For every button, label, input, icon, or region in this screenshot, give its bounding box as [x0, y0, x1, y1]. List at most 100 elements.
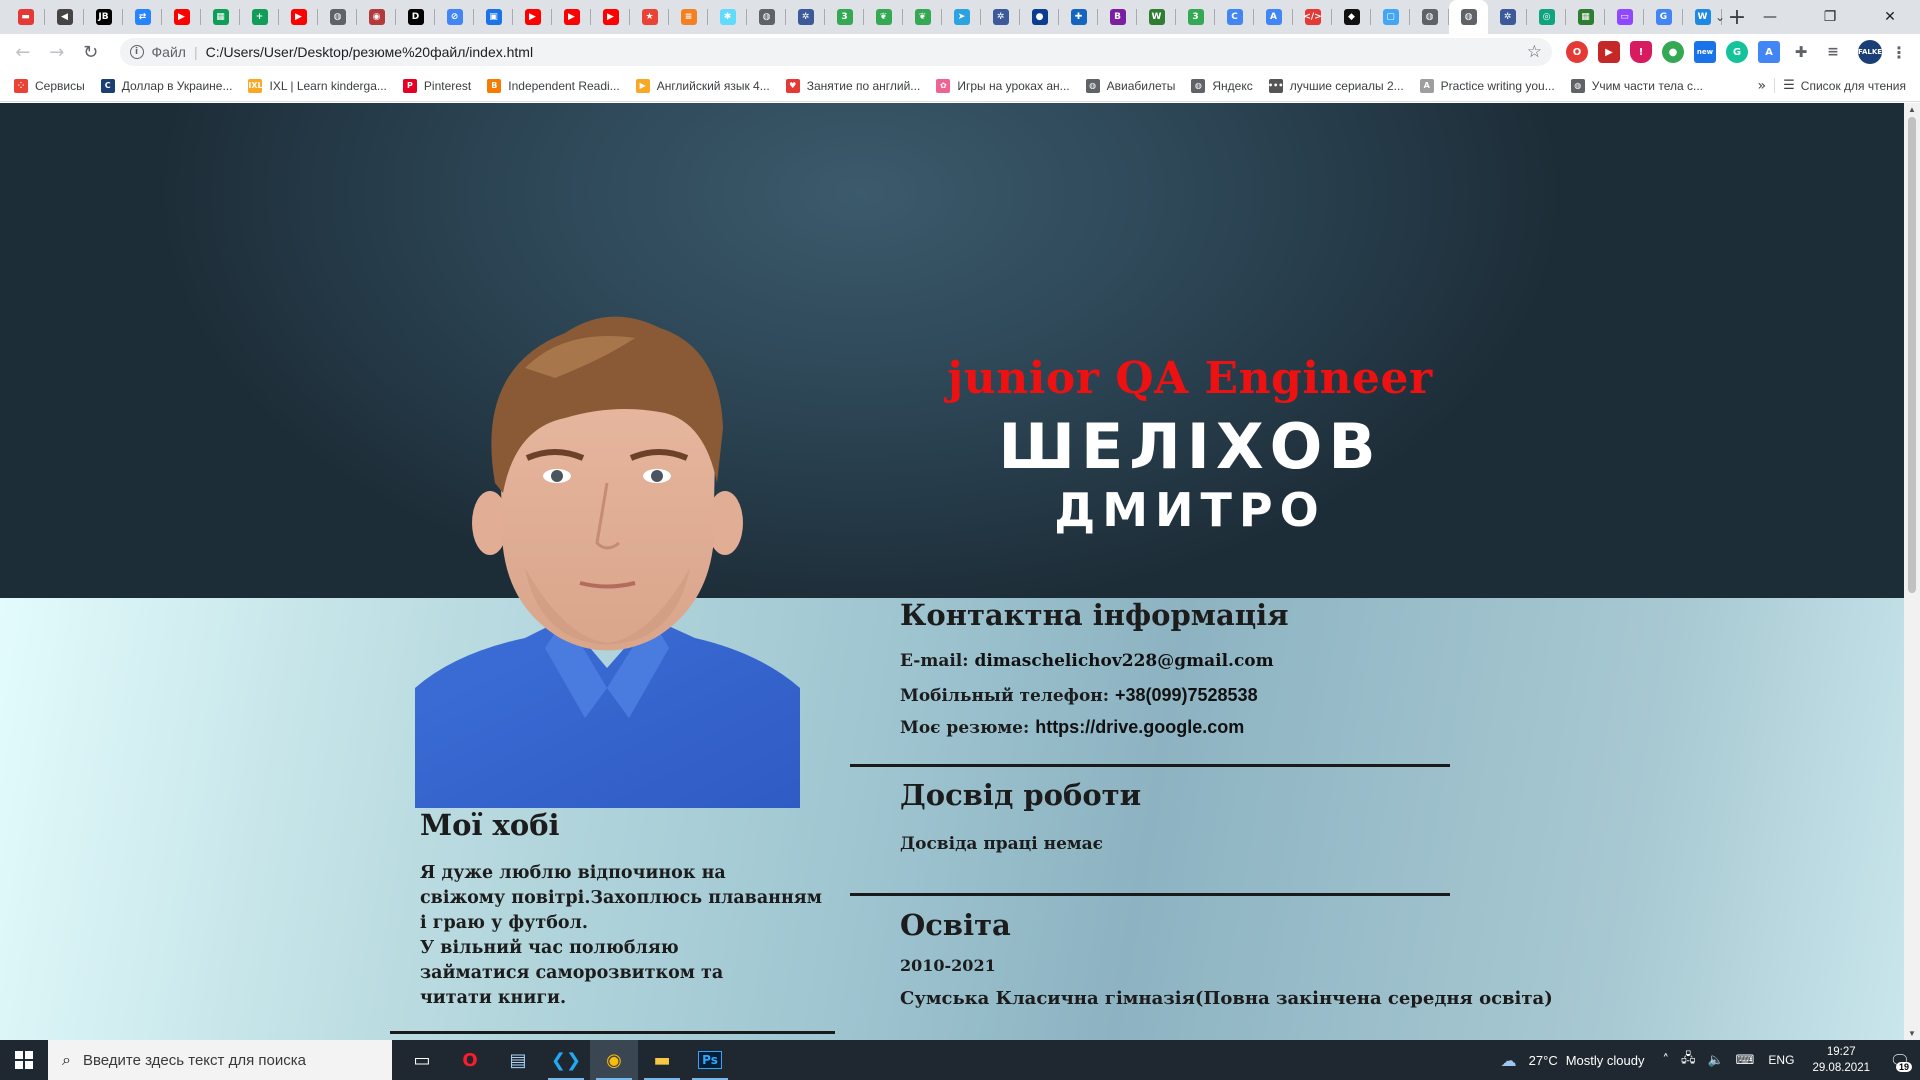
browser-tab[interactable]: ✲: [786, 0, 825, 34]
clock[interactable]: 19:27 29.08.2021: [1802, 1044, 1880, 1076]
browser-tab[interactable]: ≡: [669, 0, 708, 34]
taskbar-app[interactable]: ▤: [494, 1040, 542, 1080]
browser-tab[interactable]: ⊘: [435, 0, 474, 34]
browser-tab[interactable]: ✲: [981, 0, 1020, 34]
taskbar-app[interactable]: ◉: [590, 1040, 638, 1080]
close-window-button[interactable]: ✕: [1860, 0, 1920, 34]
browser-tab[interactable]: ◍: [318, 0, 357, 34]
notifications-button[interactable]: 🗨 19: [1880, 1040, 1920, 1080]
menu-kebab-icon[interactable]: ⋮: [1888, 41, 1910, 63]
browser-tab[interactable]: W: [1137, 0, 1176, 34]
forward-button[interactable]: →: [42, 37, 72, 67]
browser-tab[interactable]: ▣: [474, 0, 513, 34]
opera-ext-icon[interactable]: O: [1566, 41, 1588, 63]
taskbar-app[interactable]: Ps: [686, 1040, 734, 1080]
extensions-puzzle-icon[interactable]: ✚: [1790, 41, 1812, 63]
resume-link[interactable]: https://drive.google.com: [1035, 717, 1244, 737]
scroll-down-arrow-icon[interactable]: ▼: [1908, 1029, 1916, 1038]
more-bookmarks-chevron-icon[interactable]: »: [1750, 78, 1775, 94]
address-bar[interactable]: i Файл | C:/Users/User/Desktop/резюме%20…: [119, 38, 1552, 66]
browser-tab[interactable]: ◎: [1527, 0, 1566, 34]
reading-mode-icon[interactable]: ≡: [1822, 41, 1844, 63]
tray-chevron-icon[interactable]: ˄: [1656, 1053, 1675, 1068]
browser-tab[interactable]: C: [1215, 0, 1254, 34]
start-button[interactable]: [0, 1040, 48, 1080]
browser-tab[interactable]: ▦: [1566, 0, 1605, 34]
browser-tab[interactable]: ✱: [708, 0, 747, 34]
video-ext-icon[interactable]: ▶: [1598, 41, 1620, 63]
browser-tab[interactable]: D: [396, 0, 435, 34]
page-scrollbar[interactable]: ▲ ▼: [1904, 103, 1920, 1040]
browser-tab[interactable]: ❦: [864, 0, 903, 34]
browser-tab[interactable]: ◉: [357, 0, 396, 34]
shield-ext-icon[interactable]: !: [1630, 41, 1652, 63]
new-ext-icon[interactable]: new: [1694, 41, 1716, 63]
back-button[interactable]: ←: [8, 37, 38, 67]
browser-tab[interactable]: B: [1098, 0, 1137, 34]
browser-tab[interactable]: ➤: [942, 0, 981, 34]
browser-tab[interactable]: ●: [1020, 0, 1059, 34]
browser-tab[interactable]: ▬: [6, 0, 45, 34]
tab-search-icon[interactable]: ⌄: [1700, 10, 1740, 24]
reload-button[interactable]: ↻: [76, 37, 106, 67]
browser-tab[interactable]: ✚: [1059, 0, 1098, 34]
browser-tab[interactable]: ▶: [552, 0, 591, 34]
browser-tab[interactable]: ▶: [279, 0, 318, 34]
minimize-button[interactable]: —: [1740, 0, 1800, 34]
browser-tab[interactable]: ✲: [1488, 0, 1527, 34]
browser-tab[interactable]: ▦: [201, 0, 240, 34]
bookmark-item[interactable]: B Independent Readi...: [479, 72, 627, 100]
browser-tab[interactable]: ▶: [162, 0, 201, 34]
bookmark-item[interactable]: ◍ Авиабилеты: [1078, 72, 1184, 100]
weather-condition[interactable]: Mostly cloudy: [1564, 1053, 1657, 1068]
browser-tab[interactable]: </>: [1293, 0, 1332, 34]
browser-tab[interactable]: ◍: [747, 0, 786, 34]
network-icon[interactable]: 🖧: [1675, 1049, 1702, 1071]
browser-tab[interactable]: ⇄: [123, 0, 162, 34]
bookmark-item[interactable]: P Pinterest: [395, 72, 479, 100]
browser-tab[interactable]: +: [240, 0, 279, 34]
browser-tab[interactable]: A: [1254, 0, 1293, 34]
bookmark-item[interactable]: A Practice writing you...: [1412, 72, 1563, 100]
bookmark-item[interactable]: ✿ Игры на уроках ан...: [928, 72, 1077, 100]
browser-tab[interactable]: 3: [1176, 0, 1215, 34]
taskbar-app[interactable]: ▭: [398, 1040, 446, 1080]
keyboard-icon[interactable]: ⌨: [1730, 1053, 1761, 1068]
taskbar-app[interactable]: O: [446, 1040, 494, 1080]
bookmark-item[interactable]: ••• лучшие сериалы 2...: [1261, 72, 1412, 100]
language-indicator[interactable]: ENG: [1760, 1053, 1802, 1067]
browser-tab[interactable]: ▭: [1605, 0, 1644, 34]
taskbar-app[interactable]: ▬: [638, 1040, 686, 1080]
bookmark-item[interactable]: ♥ Занятие по англий...: [778, 72, 929, 100]
profile-avatar[interactable]: FALKE: [1858, 40, 1882, 64]
translate-ext-icon[interactable]: A: [1758, 41, 1780, 63]
browser-tab[interactable]: ◆: [1332, 0, 1371, 34]
browser-tab[interactable]: ◀: [45, 0, 84, 34]
bookmark-item[interactable]: ◍ Яндекс: [1183, 72, 1260, 100]
site-info-icon[interactable]: i: [129, 45, 144, 59]
browser-tab[interactable]: ▶: [591, 0, 630, 34]
volume-icon[interactable]: 🔈: [1701, 1053, 1729, 1068]
weather-cloud-icon[interactable]: ☁: [1495, 1051, 1523, 1070]
bookmark-item[interactable]: ▶ Английский язык 4...: [628, 72, 778, 100]
browser-tab[interactable]: G: [1644, 0, 1683, 34]
browser-tab[interactable]: ▶: [513, 0, 552, 34]
bookmark-item[interactable]: ◍ Учим части тела с...: [1563, 72, 1711, 100]
restore-button[interactable]: ❐: [1800, 0, 1860, 34]
browser-tab[interactable]: ❦: [903, 0, 942, 34]
browser-tab[interactable]: 3: [825, 0, 864, 34]
taskbar-app[interactable]: ❮❯: [542, 1040, 590, 1080]
taskbar-search-box[interactable]: ⌕ Введите здесь текст для поиска: [48, 1040, 392, 1080]
weather-temp[interactable]: 27°C: [1523, 1053, 1564, 1068]
grammarly-ext-icon[interactable]: G: [1726, 41, 1748, 63]
reading-list-button[interactable]: ☰ Список для чтения: [1774, 78, 1920, 93]
scroll-up-arrow-icon[interactable]: ▲: [1908, 105, 1916, 114]
bookmark-item[interactable]: C Доллар в Украине...: [93, 72, 241, 100]
browser-tab[interactable]: JB: [84, 0, 123, 34]
browser-tab[interactable]: ◍: [1449, 0, 1488, 34]
scrollbar-thumb[interactable]: [1908, 117, 1916, 593]
bookmark-item[interactable]: ⁘ Сервисы: [6, 72, 93, 100]
bookmark-star-icon[interactable]: ☆: [1527, 42, 1542, 62]
bookmark-item[interactable]: IXL IXL | Learn kinderga...: [240, 72, 394, 100]
green-dot-ext-icon[interactable]: ●: [1662, 41, 1684, 63]
